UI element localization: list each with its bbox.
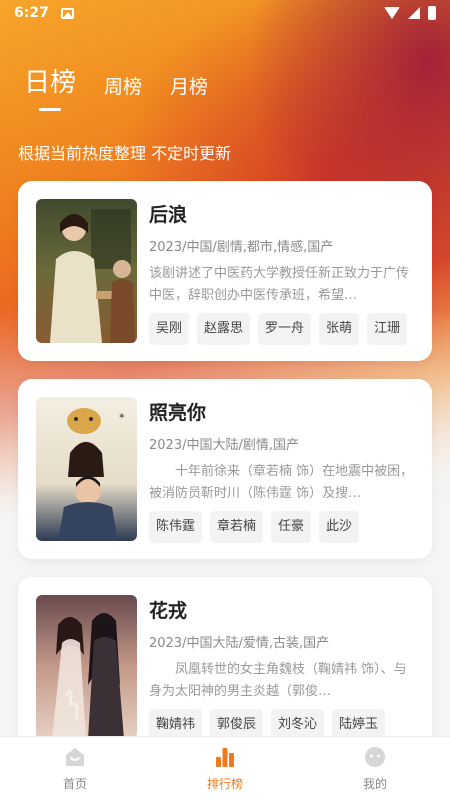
signal-icon <box>408 7 420 19</box>
drama-meta: 2023/中国大陆/剧情,国产 <box>149 438 299 453</box>
nav-home[interactable]: 首页 <box>0 737 150 800</box>
actor-list: 陈伟霆 章若楠 任豪 此沙 <box>149 511 416 543</box>
drama-description: 十年前徐来（章若楠 饰）在地震中被困，被消防员靳时川（陈伟霆 饰）及搜… <box>149 464 414 501</box>
wifi-icon <box>384 7 400 19</box>
battery-icon <box>428 6 436 20</box>
image-notification-icon <box>60 7 74 19</box>
actor-tag[interactable]: 吴刚 <box>149 313 190 345</box>
drama-description: 该剧讲述了中医药大学教授任新正致力于广传中医，辞职创办中医传承班，希望… <box>149 266 410 303</box>
tab-daily[interactable]: 日榜 <box>24 62 76 111</box>
tab-weekly[interactable]: 周榜 <box>104 72 142 111</box>
status-time: 6:27 <box>14 5 49 21</box>
drama-title: 后浪 <box>149 204 188 226</box>
drama-title: 花戎 <box>149 600 188 622</box>
drama-card[interactable]: ✶ 照亮你 2023/中国大陆/剧情,国产 十年前徐来（章若楠 饰）在地震中被困… <box>18 379 432 559</box>
nav-ranking[interactable]: 排行榜 <box>150 737 300 800</box>
tab-monthly[interactable]: 月榜 <box>170 72 208 111</box>
nav-label: 排行榜 <box>206 777 243 791</box>
drama-title: 照亮你 <box>149 402 207 424</box>
ranking-tabs: 日榜 周榜 月榜 <box>24 62 208 111</box>
nav-label: 首页 <box>62 777 87 791</box>
home-icon <box>66 748 84 766</box>
actor-tag[interactable]: 此沙 <box>319 511 360 543</box>
drama-meta: 2023/中国/剧情,都市,情感,国产 <box>149 240 334 255</box>
drama-poster <box>36 595 137 739</box>
drama-meta: 2023/中国大陆/爱情,古装,国产 <box>149 636 330 651</box>
bottom-nav: 首页 排行榜 我的 <box>0 736 450 800</box>
drama-card[interactable]: 后浪 2023/中国/剧情,都市,情感,国产 该剧讲述了中医药大学教授任新正致力… <box>18 181 432 361</box>
actor-tag[interactable]: 章若楠 <box>210 511 264 543</box>
actor-tag[interactable]: 赵露思 <box>197 313 251 345</box>
ranking-subtitle: 根据当前热度整理 不定时更新 <box>18 144 232 163</box>
actor-tag[interactable]: 张萌 <box>319 313 360 345</box>
ranking-icon <box>216 748 234 767</box>
drama-card[interactable]: 花戎 2023/中国大陆/爱情,古装,国产 凤凰转世的女主角魏枝（鞠婧祎 饰）、… <box>18 577 432 757</box>
status-bar: 6:27 <box>0 0 450 26</box>
actor-tag[interactable]: 陈伟霆 <box>149 511 203 543</box>
nav-profile[interactable]: 我的 <box>300 737 450 800</box>
actor-list: 吴刚 赵露思 罗一舟 张萌 江珊 <box>149 313 416 345</box>
drama-poster: ✶ <box>36 397 137 541</box>
drama-poster <box>36 199 137 343</box>
actor-tag[interactable]: 任豪 <box>271 511 312 543</box>
actor-tag[interactable]: 罗一舟 <box>258 313 312 345</box>
drama-description: 凤凰转世的女主角魏枝（鞠婧祎 饰）、与身为太阳神的男主炎越（郭俊… <box>149 662 407 699</box>
actor-tag[interactable]: 江珊 <box>367 313 408 345</box>
nav-label: 我的 <box>362 777 387 791</box>
svg-text:✶: ✶ <box>118 412 126 422</box>
profile-icon <box>365 747 385 767</box>
